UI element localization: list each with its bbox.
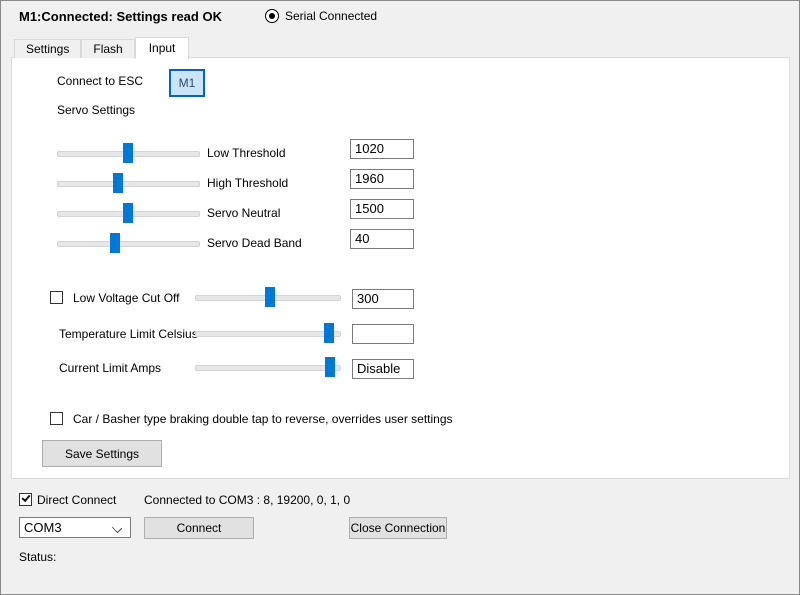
servo-neutral-input[interactable] [350,199,414,219]
slider-thumb[interactable] [123,143,133,163]
com-port-value: COM3 [24,520,62,535]
slider-thumb[interactable] [123,203,133,223]
serial-connected-label: Serial Connected [285,9,377,23]
slider-thumb[interactable] [110,233,120,253]
connect-to-esc-label: Connect to ESC [57,74,143,88]
current-limit-label: Current Limit Amps [59,361,161,375]
servo-dead-band-slider[interactable] [57,241,200,247]
status-label: Status: [19,550,56,564]
current-limit-input[interactable] [352,359,414,379]
current-limit-slider[interactable] [195,365,341,371]
high-threshold-label: High Threshold [207,176,288,190]
high-threshold-input[interactable] [350,169,414,189]
slider-thumb[interactable] [325,357,335,377]
temperature-limit-input[interactable] [352,324,414,344]
tab-input[interactable]: Input [135,37,190,59]
low-voltage-label: Low Voltage Cut Off [73,291,180,305]
tab-flash[interactable]: Flash [81,39,134,58]
connection-status-title: M1:Connected: Settings read OK [19,9,222,24]
low-voltage-input[interactable] [352,289,414,309]
radio-icon[interactable] [265,9,279,23]
serial-connected-radio[interactable]: Serial Connected [265,9,377,23]
high-threshold-slider[interactable] [57,181,200,187]
connect-button[interactable]: Connect [144,517,254,539]
servo-dead-band-label: Servo Dead Band [207,236,302,250]
direct-connect-label: Direct Connect [37,493,116,507]
slider-thumb[interactable] [113,173,123,193]
basher-braking-label: Car / Basher type braking double tap to … [73,412,453,426]
temperature-limit-label: Temperature Limit Celsius [59,327,198,341]
low-threshold-label: Low Threshold [207,146,286,160]
servo-dead-band-input[interactable] [350,229,414,249]
input-tab-panel: Connect to ESC M1 Servo Settings Low Thr… [11,57,790,479]
servo-neutral-label: Servo Neutral [207,206,280,220]
low-voltage-checkbox[interactable] [50,291,63,304]
tab-settings[interactable]: Settings [14,39,81,58]
servo-settings-label: Servo Settings [57,103,135,117]
slider-thumb[interactable] [324,323,334,343]
low-threshold-input[interactable] [350,139,414,159]
tab-bar: Settings Flash Input [14,37,189,58]
temperature-limit-slider[interactable] [195,331,341,337]
low-voltage-slider[interactable] [195,295,341,301]
esc-m1-button[interactable]: M1 [169,69,205,97]
low-threshold-slider[interactable] [57,151,200,157]
connection-status-text: Connected to COM3 : 8, 19200, 0, 1, 0 [144,493,350,507]
save-settings-button[interactable]: Save Settings [42,440,162,467]
com-port-select[interactable]: COM3 [19,517,131,538]
direct-connect-checkbox[interactable] [19,493,32,506]
close-connection-button[interactable]: Close Connection [349,517,447,539]
slider-thumb[interactable] [265,287,275,307]
chevron-down-icon [112,523,122,533]
servo-neutral-slider[interactable] [57,211,200,217]
basher-braking-checkbox[interactable] [50,412,63,425]
app-window: M1:Connected: Settings read OK Serial Co… [0,0,800,595]
